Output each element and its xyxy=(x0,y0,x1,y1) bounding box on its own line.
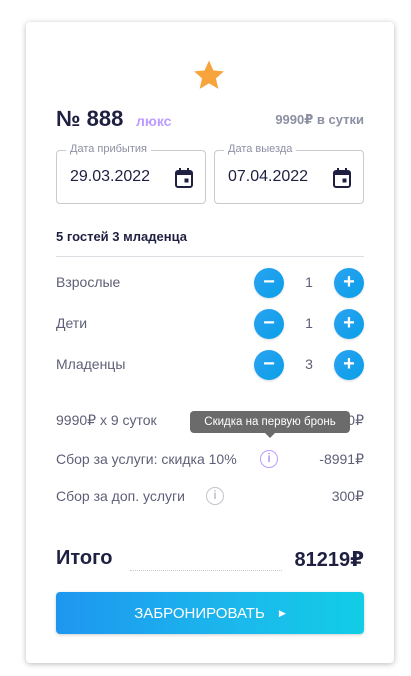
adults-minus-button[interactable]: − xyxy=(254,268,284,298)
arrow-right-icon: ▶ xyxy=(278,608,286,618)
calendar-icon[interactable] xyxy=(333,168,351,188)
book-button-label: ЗАБРОНИРОВАТЬ xyxy=(134,605,265,622)
discount-tooltip: Скидка на первую бронь xyxy=(190,411,350,438)
total-label: Итого xyxy=(56,547,113,569)
nights-cost-label: 9990₽ х 9 суток xyxy=(56,412,157,428)
adults-count: 1 xyxy=(305,274,313,290)
book-button[interactable]: ЗАБРОНИРОВАТЬ ▶ xyxy=(56,592,364,634)
departure-date-label: Дата выезда xyxy=(224,143,297,155)
arrival-date-value: 29.03.2022 xyxy=(70,168,151,185)
total-dotted-line xyxy=(130,570,282,571)
info-icon[interactable]: i xyxy=(260,450,278,468)
infants-minus-button[interactable]: − xyxy=(254,350,284,380)
children-plus-button[interactable]: + xyxy=(334,309,364,339)
departure-date-value: 07.04.2022 xyxy=(228,168,309,185)
price-per-day: 9990₽ в сутки xyxy=(275,112,364,127)
booking-card: № 888 люкс 9990₽ в сутки Дата прибытия 2… xyxy=(26,22,394,663)
adults-label: Взрослые xyxy=(56,274,121,290)
room-number: № 888 xyxy=(56,106,124,131)
infants-label: Младенцы xyxy=(56,356,126,372)
info-icon[interactable]: i xyxy=(206,487,224,505)
service-fee-value: -8991₽ xyxy=(319,451,364,467)
departure-date-field[interactable]: Дата выезда 07.04.2022 xyxy=(214,143,364,204)
children-count: 1 xyxy=(305,315,313,331)
infants-count: 3 xyxy=(305,356,313,372)
children-minus-button[interactable]: − xyxy=(254,309,284,339)
arrival-date-field[interactable]: Дата прибытия 29.03.2022 xyxy=(56,143,206,204)
service-fee-label: Сбор за услуги: скидка 10% xyxy=(56,451,237,467)
total-value: 81219₽ xyxy=(294,549,364,571)
guests-summary[interactable]: 5 гостей 3 младенца xyxy=(56,229,187,244)
room-type: люкс xyxy=(136,113,172,129)
children-label: Дети xyxy=(56,315,88,331)
adults-plus-button[interactable]: + xyxy=(334,268,364,298)
divider xyxy=(56,256,364,257)
extra-services-label: Сбор за доп. услуги xyxy=(56,488,185,504)
star-icon xyxy=(194,60,224,89)
calendar-icon[interactable] xyxy=(175,168,193,188)
infants-plus-button[interactable]: + xyxy=(334,350,364,380)
arrival-date-label: Дата прибытия xyxy=(66,143,151,155)
extra-services-value: 300₽ xyxy=(331,488,364,504)
